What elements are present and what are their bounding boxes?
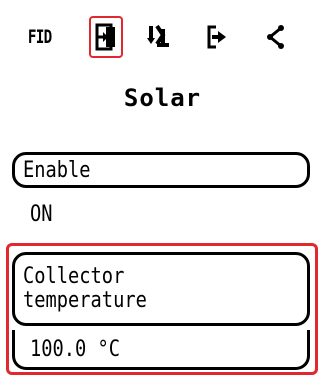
login-icon: [95, 23, 115, 51]
collector-label-line2: temperature: [23, 288, 147, 313]
transfer-button[interactable]: [139, 12, 179, 62]
fid-button[interactable]: FID: [20, 12, 60, 62]
sort-arrows-icon: [147, 24, 169, 47]
logout-icon: [207, 25, 226, 49]
share-icon: [267, 25, 284, 49]
enable-label: Enable: [23, 158, 91, 183]
fid-label: FID: [28, 26, 52, 48]
enable-label-field[interactable]: Enable: [12, 152, 310, 188]
input-button[interactable]: [89, 16, 123, 58]
collector-label-line1: Collector: [23, 264, 125, 289]
screen: FID Solar Enable ON Collector temperatur…: [0, 0, 325, 378]
share-button[interactable]: [256, 12, 296, 62]
toolbar: FID: [0, 12, 325, 62]
collector-value[interactable]: 100.0 °C: [30, 337, 136, 362]
collector-value-text: 100.0 °C: [30, 337, 121, 362]
enable-value-text: ON: [30, 202, 53, 227]
collector-label-field[interactable]: Collector temperature: [12, 252, 310, 326]
enable-value[interactable]: ON: [30, 202, 57, 227]
page-title: Solar: [123, 84, 202, 112]
output-button[interactable]: [197, 12, 237, 62]
